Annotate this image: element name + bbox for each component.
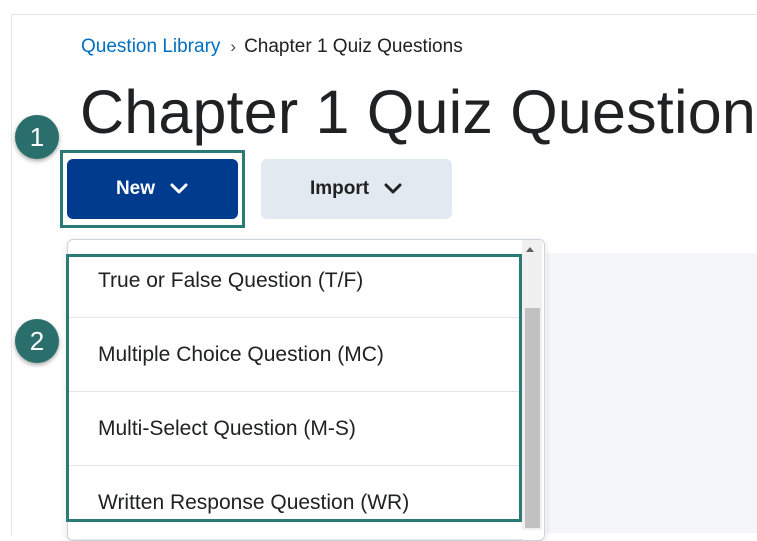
page-title: Chapter 1 Quiz Questions <box>80 78 757 146</box>
callout-badge-1: 1 <box>15 115 59 159</box>
callout-badge-2: 2 <box>15 319 59 363</box>
scroll-up-arrow-icon[interactable] <box>526 247 534 252</box>
scrollbar-thumb[interactable] <box>525 308 540 528</box>
chevron-down-icon <box>384 183 402 194</box>
breadcrumb-current: Chapter 1 Quiz Questions <box>244 36 463 57</box>
background-area <box>546 253 757 533</box>
import-button[interactable]: Import <box>261 159 452 219</box>
breadcrumb-question-library-link[interactable]: Question Library <box>81 36 220 57</box>
breadcrumb: Question Library › Chapter 1 Quiz Question… <box>81 36 463 58</box>
breadcrumb-separator: › <box>230 37 237 56</box>
callout-highlight-question-types <box>66 254 522 522</box>
import-button-label: Import <box>309 178 370 199</box>
callout-highlight-new-button <box>60 150 245 228</box>
